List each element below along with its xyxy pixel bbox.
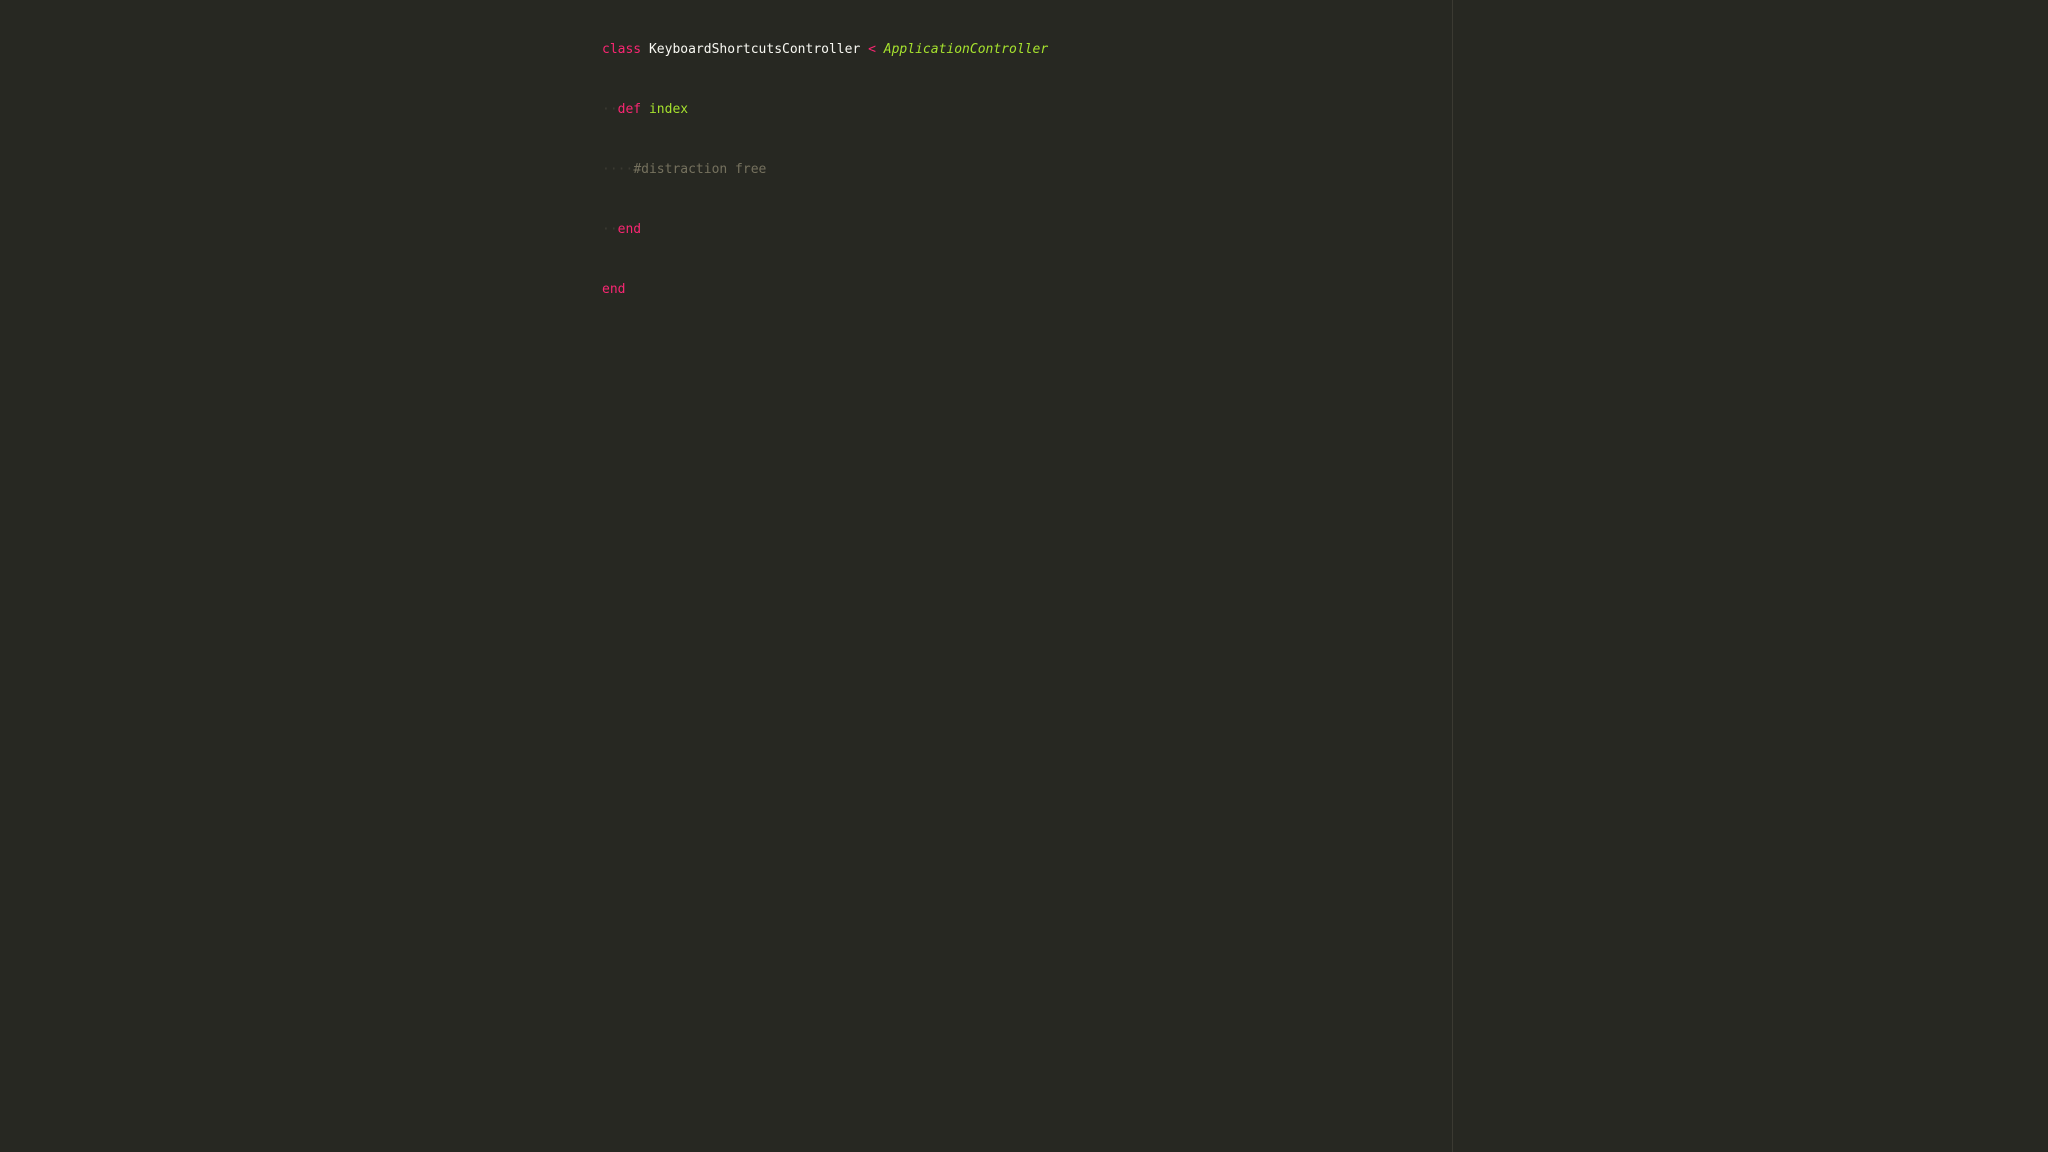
inherit-operator: < (868, 42, 876, 57)
class-name: KeyboardShortcutsController (649, 42, 860, 57)
indent-guide: ·· (602, 222, 618, 237)
indent-guide: ·· (602, 102, 618, 117)
keyword-class: class (602, 42, 641, 57)
parent-class: ApplicationController (884, 42, 1048, 57)
code-line[interactable]: ····#distraction free (602, 159, 1048, 180)
code-line[interactable]: class KeyboardShortcutsController < Appl… (602, 39, 1048, 60)
editor-container[interactable]: class KeyboardShortcutsController < Appl… (0, 0, 2048, 1152)
keyword-def: def (618, 102, 641, 117)
indent-guide: ···· (602, 162, 633, 177)
code-line[interactable]: end (602, 279, 1048, 300)
keyword-end: end (602, 282, 625, 297)
code-area[interactable]: class KeyboardShortcutsController < Appl… (602, 0, 1048, 339)
code-line[interactable]: ··def index (602, 99, 1048, 120)
code-line[interactable]: ··end (602, 219, 1048, 240)
comment: #distraction free (633, 162, 766, 177)
keyword-end: end (618, 222, 641, 237)
column-ruler (1452, 0, 1453, 1152)
method-name: index (649, 102, 688, 117)
